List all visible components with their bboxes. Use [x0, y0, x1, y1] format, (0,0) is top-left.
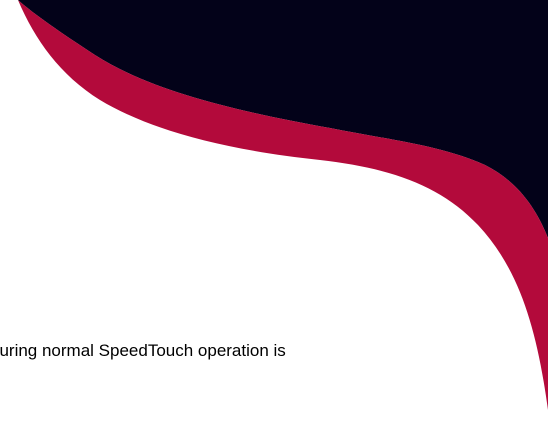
- corner-swoosh-graphic: [18, 0, 548, 410]
- document-page: during normal SpeedTouch operation is: [0, 0, 560, 434]
- body-text-region: during normal SpeedTouch operation is: [0, 340, 560, 364]
- body-paragraph: during normal SpeedTouch operation is: [0, 341, 286, 360]
